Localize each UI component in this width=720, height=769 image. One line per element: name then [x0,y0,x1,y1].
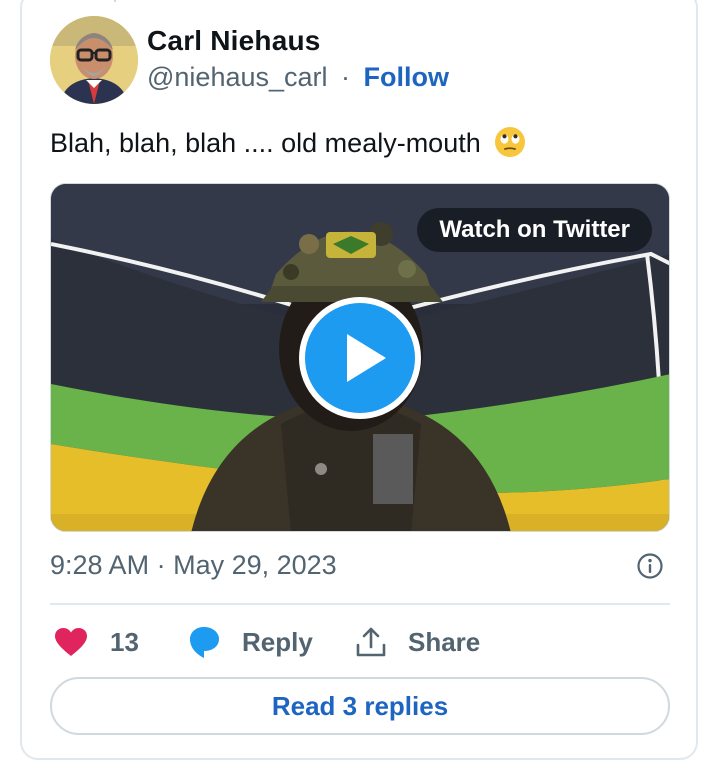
divider [50,603,670,605]
like-count: 13 [110,626,139,657]
info-icon[interactable] [636,552,664,580]
author-handle[interactable]: @niehaus_carl [147,62,328,92]
share-label: Share [408,626,481,657]
author-name[interactable]: Carl Niehaus [147,24,321,58]
watch-on-twitter-button[interactable]: Watch on Twitter [417,208,652,252]
share-upload-icon [356,627,386,657]
tweet-body: Blah, blah, blah .... old mealy-mouth [50,128,481,158]
reply-button[interactable]: Reply [186,620,313,664]
tweet-time: 9:28 AM [50,550,150,580]
rolling-eyes-emoji-icon [495,127,526,157]
read-replies-button[interactable]: Read 3 replies [50,677,670,735]
follow-button[interactable]: Follow [364,62,449,92]
like-button[interactable]: 13 [54,620,139,664]
author-handle-row: @niehaus_carl · Follow [147,61,449,93]
timestamp-separator: · [156,550,166,580]
play-button-icon[interactable] [298,296,422,420]
share-button[interactable]: Share [354,620,480,664]
reply-label: Reply [242,626,313,657]
video-media[interactable]: Watch on Twitter [50,183,670,532]
tweet-timestamp[interactable]: 9:28 AM · May 29, 2023 [50,548,337,582]
handle-separator: · [341,62,351,92]
reply-bubble-icon [190,627,219,658]
tweet-actions: 13 Reply Share [50,620,670,664]
heart-icon [55,628,87,656]
avatar[interactable] [50,16,138,104]
tweet-date: May 29, 2023 [173,550,337,580]
read-replies-label: Read 3 replies [271,690,449,721]
tweet-text: Blah, blah, blah .... old mealy-mouth [50,126,526,160]
thread-line [114,0,116,2]
